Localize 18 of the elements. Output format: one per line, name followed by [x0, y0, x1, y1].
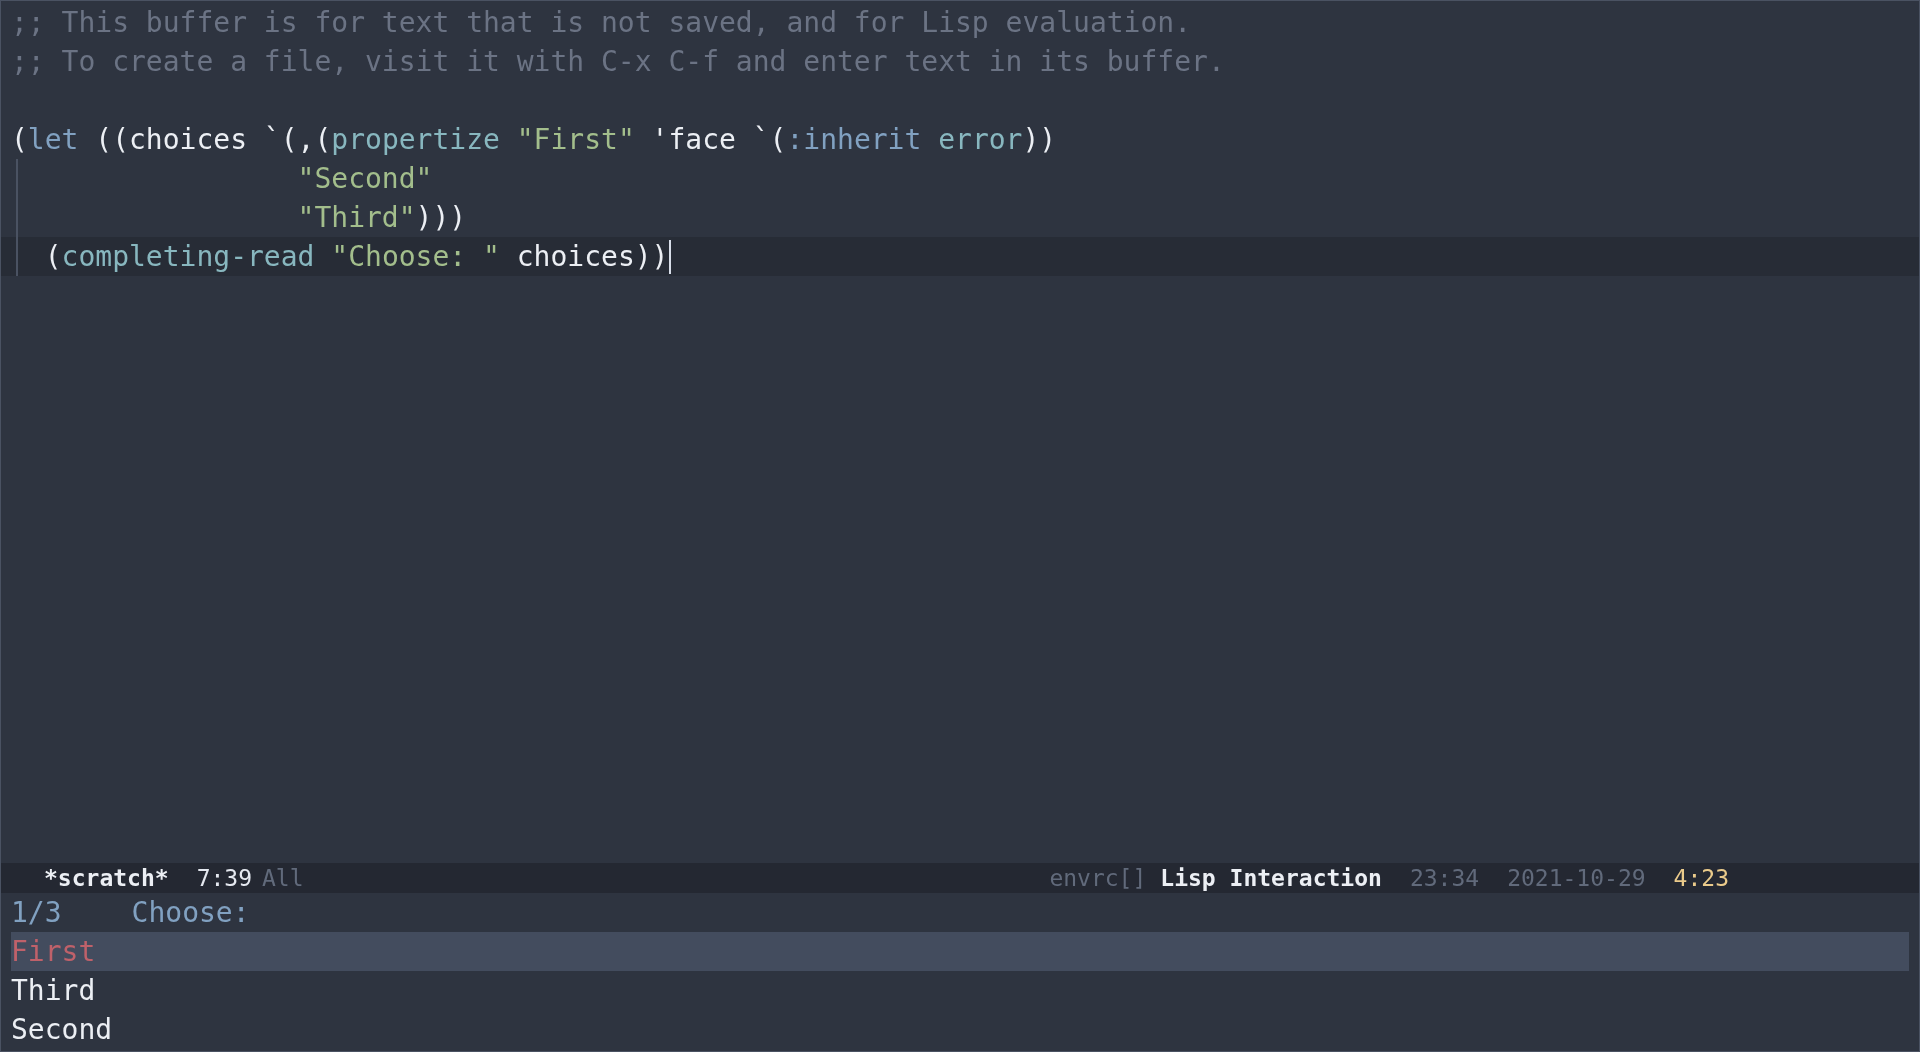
minor-mode: envrc[] — [1049, 865, 1147, 891]
code-line: "Third"))) — [296, 200, 467, 236]
battery-time: 4:23 — [1673, 865, 1729, 891]
completion-candidate[interactable]: Third — [11, 971, 1909, 1010]
code-line: (completing-read "Choose: " choices)) — [43, 239, 669, 275]
code-line: "Second" — [296, 161, 433, 197]
code-comment: ;; To create a file, visit it with C-x C-f and enter text in its buffer. — [11, 44, 1225, 80]
code-comment: ;; This buffer is for text that is not saved, and for Lisp evaluation. — [11, 5, 1192, 41]
date: 2021-10-29 — [1507, 865, 1646, 891]
major-mode: Lisp Interaction — [1160, 865, 1382, 891]
clock: 23:34 — [1409, 865, 1480, 891]
cursor-position: 7:39 — [196, 865, 252, 891]
scroll-position: All — [262, 865, 304, 891]
candidate-count: 1/3 — [11, 895, 62, 931]
prompt-text: Choose: — [131, 895, 250, 931]
completion-candidate[interactable]: Second — [11, 1010, 1909, 1049]
buffer-name: *scratch* — [44, 865, 169, 891]
code-line: (let ((choices `(,(propertize "First" 'face `(:inherit error)) — [11, 122, 1057, 158]
